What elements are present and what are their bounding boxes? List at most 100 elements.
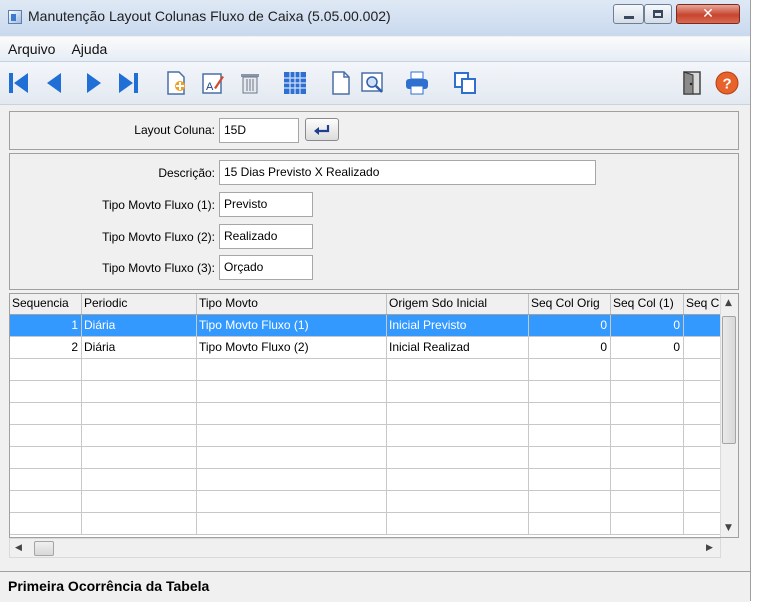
cell-periodic[interactable] bbox=[82, 513, 197, 535]
tipo-movto-fluxo-3-input[interactable]: Orçado bbox=[219, 255, 313, 280]
tipo-movto-fluxo-2-input[interactable]: Realizado bbox=[219, 224, 313, 249]
cell-origem-sdo-inicial[interactable] bbox=[387, 425, 529, 447]
cell-seq-col-orig[interactable] bbox=[529, 425, 611, 447]
column-header-seq-col-1[interactable]: Seq Col (1) bbox=[611, 294, 684, 314]
table-row[interactable] bbox=[10, 469, 722, 491]
table-row[interactable] bbox=[10, 491, 722, 513]
layout-coluna-input[interactable]: 15D bbox=[219, 118, 299, 143]
cell-seq-c[interactable] bbox=[684, 315, 722, 337]
cell-seq-c[interactable] bbox=[684, 403, 722, 425]
cell-seq-col-orig[interactable]: 0 bbox=[529, 337, 611, 359]
cell-seq-col-orig[interactable]: 0 bbox=[529, 315, 611, 337]
cell-origem-sdo-inicial[interactable] bbox=[387, 491, 529, 513]
table-row[interactable] bbox=[10, 381, 722, 403]
next-record-icon[interactable] bbox=[80, 70, 106, 96]
cell-seq-col-1[interactable] bbox=[611, 403, 684, 425]
cell-seq-c[interactable] bbox=[684, 469, 722, 491]
cell-seq-col-orig[interactable] bbox=[529, 359, 611, 381]
copy-icon[interactable] bbox=[452, 70, 478, 96]
cell-origem-sdo-inicial[interactable] bbox=[387, 403, 529, 425]
cell-sequencia[interactable] bbox=[10, 513, 82, 535]
cell-seq-c[interactable] bbox=[684, 491, 722, 513]
cell-seq-col-orig[interactable] bbox=[529, 513, 611, 535]
cell-sequencia[interactable] bbox=[10, 491, 82, 513]
cell-sequencia[interactable]: 2 bbox=[10, 337, 82, 359]
first-record-icon[interactable] bbox=[6, 70, 32, 96]
cell-seq-col-1[interactable]: 0 bbox=[611, 337, 684, 359]
table-row[interactable] bbox=[10, 425, 722, 447]
cell-origem-sdo-inicial[interactable] bbox=[387, 513, 529, 535]
scroll-left-icon[interactable]: ◀ bbox=[15, 543, 22, 553]
previous-record-icon[interactable] bbox=[42, 70, 68, 96]
cell-periodic[interactable] bbox=[82, 381, 197, 403]
table-row[interactable] bbox=[10, 447, 722, 469]
column-header-origem-sdo-inicial[interactable]: Origem Sdo Inicial bbox=[387, 294, 529, 314]
cell-periodic[interactable]: Diária bbox=[82, 315, 197, 337]
cell-seq-col-1[interactable] bbox=[611, 491, 684, 513]
vertical-scroll-thumb[interactable] bbox=[722, 316, 736, 444]
descricao-input[interactable]: 15 Dias Previsto X Realizado bbox=[219, 160, 596, 185]
cell-origem-sdo-inicial[interactable] bbox=[387, 447, 529, 469]
scroll-right-icon[interactable]: ▶ bbox=[706, 543, 713, 553]
print-preview-icon[interactable] bbox=[360, 70, 386, 96]
scroll-up-icon[interactable]: ▲ bbox=[725, 298, 732, 308]
menu-arquivo[interactable]: Arquivo bbox=[0, 41, 63, 57]
cell-periodic[interactable] bbox=[82, 359, 197, 381]
cell-origem-sdo-inicial[interactable]: Inicial Realizad bbox=[387, 337, 529, 359]
column-header-periodic[interactable]: Periodic bbox=[82, 294, 197, 314]
cell-seq-c[interactable] bbox=[684, 359, 722, 381]
scroll-down-icon[interactable]: ▼ bbox=[725, 523, 732, 533]
help-icon[interactable]: ? bbox=[714, 70, 740, 96]
cell-sequencia[interactable] bbox=[10, 403, 82, 425]
cell-seq-c[interactable] bbox=[684, 337, 722, 359]
close-button[interactable]: ✕ bbox=[676, 4, 740, 24]
cell-periodic[interactable] bbox=[82, 425, 197, 447]
cell-tipo-movto[interactable] bbox=[197, 513, 387, 535]
column-header-seq-col-orig[interactable]: Seq Col Orig bbox=[529, 294, 611, 314]
cell-tipo-movto[interactable] bbox=[197, 359, 387, 381]
cell-seq-col-1[interactable] bbox=[611, 513, 684, 535]
cell-tipo-movto[interactable] bbox=[197, 447, 387, 469]
print-icon[interactable] bbox=[404, 70, 430, 96]
edit-record-icon[interactable]: A bbox=[200, 70, 226, 96]
table-row[interactable] bbox=[10, 403, 722, 425]
cell-seq-c[interactable] bbox=[684, 381, 722, 403]
table-row[interactable] bbox=[10, 359, 722, 381]
cell-seq-col-1[interactable] bbox=[611, 425, 684, 447]
cell-sequencia[interactable] bbox=[10, 381, 82, 403]
cell-seq-col-1[interactable] bbox=[611, 381, 684, 403]
grid-view-icon[interactable] bbox=[282, 70, 308, 96]
cell-seq-col-orig[interactable] bbox=[529, 381, 611, 403]
table-row[interactable] bbox=[10, 513, 722, 535]
title-bar[interactable]: Manutenção Layout Colunas Fluxo de Caixa… bbox=[0, 0, 750, 36]
enter-button[interactable] bbox=[305, 118, 339, 141]
column-header-seq-c[interactable]: Seq C bbox=[684, 294, 722, 314]
cell-seq-col-orig[interactable] bbox=[529, 403, 611, 425]
data-grid[interactable]: Sequencia Periodic Tipo Movto Origem Sdo… bbox=[9, 293, 739, 538]
blank-document-icon[interactable] bbox=[328, 70, 354, 96]
tipo-movto-fluxo-1-input[interactable]: Previsto bbox=[219, 192, 313, 217]
cell-sequencia[interactable]: 1 bbox=[10, 315, 82, 337]
cell-tipo-movto[interactable] bbox=[197, 469, 387, 491]
exit-door-icon[interactable] bbox=[679, 70, 705, 96]
cell-sequencia[interactable] bbox=[10, 447, 82, 469]
cell-seq-col-1[interactable] bbox=[611, 359, 684, 381]
cell-seq-col-orig[interactable] bbox=[529, 469, 611, 491]
cell-tipo-movto[interactable]: Tipo Movto Fluxo (1) bbox=[197, 315, 387, 337]
cell-seq-c[interactable] bbox=[684, 513, 722, 535]
column-header-sequencia[interactable]: Sequencia bbox=[10, 294, 82, 314]
menu-ajuda[interactable]: Ajuda bbox=[63, 41, 115, 57]
cell-periodic[interactable] bbox=[82, 491, 197, 513]
vertical-scrollbar[interactable]: ▲ ▼ bbox=[720, 294, 738, 537]
cell-origem-sdo-inicial[interactable] bbox=[387, 469, 529, 491]
cell-periodic[interactable] bbox=[82, 403, 197, 425]
cell-periodic[interactable] bbox=[82, 469, 197, 491]
cell-tipo-movto[interactable] bbox=[197, 491, 387, 513]
cell-periodic[interactable]: Diária bbox=[82, 337, 197, 359]
new-record-icon[interactable] bbox=[163, 70, 189, 96]
cell-seq-col-orig[interactable] bbox=[529, 447, 611, 469]
table-row[interactable]: 2 Diária Tipo Movto Fluxo (2) Inicial Reali… bbox=[10, 337, 722, 359]
minimize-button[interactable] bbox=[613, 4, 644, 24]
cell-seq-col-1[interactable] bbox=[611, 447, 684, 469]
cell-seq-c[interactable] bbox=[684, 425, 722, 447]
